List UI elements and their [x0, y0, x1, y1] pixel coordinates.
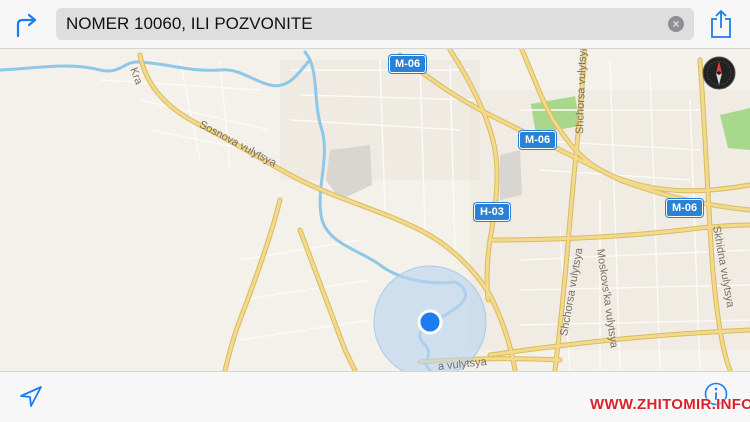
top-bar: × — [0, 0, 750, 49]
location-arrow-icon[interactable] — [18, 384, 44, 410]
route-shield-m06: M-06 — [666, 199, 704, 217]
current-location-dot — [417, 309, 443, 335]
route-shield-m06: M-06 — [389, 55, 427, 73]
compass-icon[interactable] — [702, 56, 736, 90]
clear-circle-icon[interactable]: × — [668, 16, 684, 32]
watermark: WWW.ZHITOMIR.INFO — [590, 396, 750, 413]
industrial-area — [500, 150, 522, 200]
search-input[interactable] — [66, 8, 656, 40]
share-icon[interactable] — [706, 8, 736, 40]
route-shield-m06: M-06 — [519, 131, 557, 149]
directions-arrow-icon[interactable] — [12, 10, 42, 40]
route-shield-h03: H-03 — [474, 203, 510, 221]
search-field[interactable]: × — [56, 8, 694, 40]
map-canvas[interactable] — [0, 0, 750, 421]
